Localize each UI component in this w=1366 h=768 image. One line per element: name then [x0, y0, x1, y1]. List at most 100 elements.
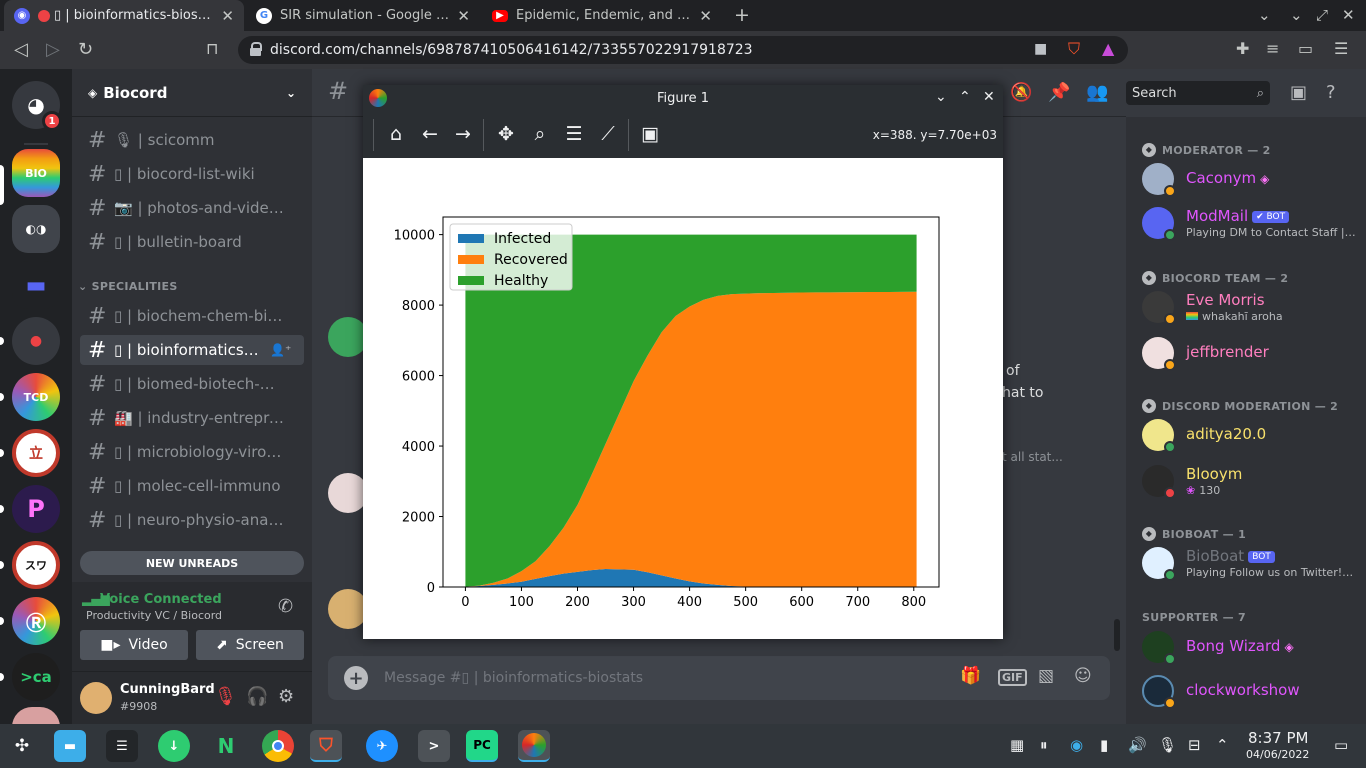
- mute-microphone-icon[interactable]: 🎙: [214, 686, 237, 707]
- channel-biocord-list-wiki[interactable]: # ▯ | biocord-list-wiki: [80, 159, 304, 189]
- media-player-icon[interactable]: ⏸: [1040, 736, 1048, 754]
- gif-button[interactable]: GIF: [998, 669, 1027, 686]
- attach-plus-icon[interactable]: +: [344, 666, 368, 690]
- microphone-icon[interactable]: 🎙: [1158, 736, 1177, 754]
- new-tab-button[interactable]: +: [734, 4, 750, 26]
- mute-channel-icon[interactable]: 🔕: [1010, 82, 1032, 103]
- sticker-icon[interactable]: ▧: [1038, 666, 1054, 686]
- avatar[interactable]: [328, 589, 368, 629]
- figure-titlebar[interactable]: Figure 1 ⌄ ⌃ ✕: [363, 85, 1003, 111]
- avatar[interactable]: [80, 682, 112, 714]
- back-arrow-icon[interactable]: ←: [418, 123, 442, 145]
- member-item[interactable]: Caconym ◈: [1134, 157, 1358, 201]
- member-item[interactable]: Bong Wizard ◈: [1134, 625, 1358, 669]
- server-rust[interactable]: Ⓡ: [12, 597, 60, 645]
- zoom-icon[interactable]: ⌕: [528, 123, 552, 145]
- members-icon[interactable]: 👥: [1086, 82, 1108, 103]
- brave-shield-icon[interactable]: ⛉: [1068, 39, 1080, 59]
- clock-date[interactable]: 04/06/2022: [1246, 748, 1309, 761]
- back-icon[interactable]: ◁: [14, 39, 28, 60]
- server-ca[interactable]: >ca: [12, 653, 60, 701]
- bookmark-icon[interactable]: ⊓: [206, 39, 218, 58]
- chevron-down-icon[interactable]: ⌄: [935, 89, 947, 105]
- gift-icon[interactable]: 🎁: [960, 666, 981, 686]
- inbox-icon[interactable]: ▣: [1290, 82, 1307, 103]
- server-folder[interactable]: ◐◑: [12, 205, 60, 253]
- network-icon[interactable]: ⊟: [1188, 736, 1201, 754]
- media-icon[interactable]: ≡: [1266, 39, 1279, 58]
- neovim-icon[interactable]: N: [210, 730, 242, 762]
- clock-time[interactable]: 8:37 PM: [1248, 729, 1308, 747]
- server-sign[interactable]: スワ: [12, 541, 60, 589]
- volume-icon[interactable]: 🔊: [1128, 736, 1147, 754]
- member-item[interactable]: jeffbrender: [1134, 331, 1358, 375]
- save-icon[interactable]: ▣: [638, 123, 662, 145]
- guild-header[interactable]: ◈ Biocord ⌄: [72, 69, 312, 117]
- emoji-icon[interactable]: ☺: [1074, 666, 1092, 686]
- show-desktop-icon[interactable]: ▭: [1334, 736, 1348, 754]
- server-ghost[interactable]: ●: [12, 317, 60, 365]
- terminal-icon[interactable]: >: [418, 730, 450, 762]
- video-button[interactable]: ■▸ Video: [80, 630, 188, 660]
- file-manager-icon[interactable]: ▬: [54, 730, 86, 762]
- channel-bulletin-board[interactable]: # ▯ | bulletin-board: [80, 227, 304, 257]
- headphones-icon[interactable]: 🎧: [246, 686, 268, 707]
- channel-neuro[interactable]: # ▯ | neuro-physio-anato...: [80, 505, 304, 535]
- close-icon[interactable]: ✕: [221, 7, 234, 25]
- channel-microbiology[interactable]: # ▯ | microbiology-virolog...: [80, 437, 304, 467]
- maximize-icon[interactable]: ⤢: [1316, 6, 1328, 24]
- tab-list-chevron-icon[interactable]: ⌄: [1258, 6, 1271, 24]
- voice-status[interactable]: Voice Connected: [100, 592, 222, 607]
- forward-arrow-icon[interactable]: →: [451, 123, 475, 145]
- forward-icon[interactable]: ▷: [46, 39, 60, 60]
- channel-scicomm[interactable]: # 🎙 | scicomm: [80, 125, 304, 155]
- window-close-icon[interactable]: ✕: [1342, 6, 1355, 24]
- close-icon[interactable]: ✕: [699, 7, 712, 25]
- close-icon[interactable]: ✕: [457, 7, 470, 25]
- chrome-icon[interactable]: [262, 730, 294, 762]
- pycharm-icon[interactable]: PC: [466, 730, 498, 762]
- download-icon[interactable]: ↓: [158, 730, 190, 762]
- reload-icon[interactable]: ↻: [78, 39, 93, 60]
- member-item[interactable]: Eve Morris whakahī aroha: [1134, 285, 1358, 329]
- tab-discord[interactable]: ◉ ▯ | bioinformatics-biostats ✕: [4, 0, 244, 31]
- window-close-icon[interactable]: ✕: [983, 89, 995, 105]
- menu-icon[interactable]: ☰: [1334, 39, 1348, 58]
- channel-biomed[interactable]: # ▯ | biomed-biotech-bio...: [80, 369, 304, 399]
- tab-google-search[interactable]: G SIR simulation - Google Search ✕: [246, 0, 480, 31]
- avatar[interactable]: [328, 317, 368, 357]
- server-kanji[interactable]: 立: [12, 429, 60, 477]
- gear-icon[interactable]: ⚙: [278, 686, 294, 707]
- discord-home-button[interactable]: ◕ 1: [12, 81, 62, 131]
- member-item[interactable]: ModMail ✔ BOT Playing DM to Contact Staff…: [1134, 201, 1358, 245]
- sir-stacked-area-chart[interactable]: 0 100 200 300 400 500 600 700 800020004000600080…: [363, 158, 1003, 639]
- brave-rewards-icon[interactable]: ▲: [1102, 39, 1114, 58]
- address-bar[interactable]: discord.com/channels/698787410506416142/…: [238, 36, 1128, 64]
- category-specialities[interactable]: ⌄ SPECIALITIES: [78, 280, 178, 293]
- matplotlib-app-icon[interactable]: [518, 730, 550, 762]
- help-icon[interactable]: ?: [1326, 82, 1336, 103]
- clipboard-icon[interactable]: ▦: [1010, 736, 1024, 754]
- pin-icon[interactable]: 📌: [1048, 82, 1070, 103]
- home-icon[interactable]: ⌂: [384, 123, 408, 145]
- settings-icon[interactable]: ☰: [106, 730, 138, 762]
- camera-icon[interactable]: ■: [1034, 41, 1047, 57]
- brave-icon[interactable]: ⛉: [310, 730, 342, 762]
- folder-icon[interactable]: ▬: [12, 261, 60, 309]
- pan-icon[interactable]: ✥: [494, 123, 518, 145]
- extensions-icon[interactable]: ✚: [1236, 39, 1249, 58]
- minimize-icon[interactable]: ⌄: [1290, 6, 1303, 24]
- battery-icon[interactable]: ▮: [1100, 736, 1108, 754]
- configure-subplots-icon[interactable]: ☰: [562, 123, 586, 145]
- message-composer[interactable]: + Message #▯ | bioinformatics-biostats 🎁…: [328, 656, 1110, 700]
- chevron-up-icon[interactable]: ⌃: [959, 89, 971, 105]
- channel-molec-cell-immuno[interactable]: # ▯ | molec-cell-immuno: [80, 471, 304, 501]
- member-item[interactable]: clockworkshow: [1134, 669, 1358, 713]
- tab-youtube[interactable]: ▶ Epidemic, Endemic, and Eradicatio ✕: [482, 0, 722, 31]
- channel-photos-and-videos[interactable]: # 📷 | photos-and-videos: [80, 193, 304, 223]
- message-input[interactable]: Message #▯ | bioinformatics-biostats: [384, 670, 643, 686]
- add-member-icon[interactable]: 👤⁺: [270, 343, 291, 357]
- disconnect-icon[interactable]: ✆: [278, 596, 293, 617]
- telegram-icon[interactable]: ✈: [366, 730, 398, 762]
- channel-biochem[interactable]: # ▯ | biochem-chem-biop...: [80, 301, 304, 331]
